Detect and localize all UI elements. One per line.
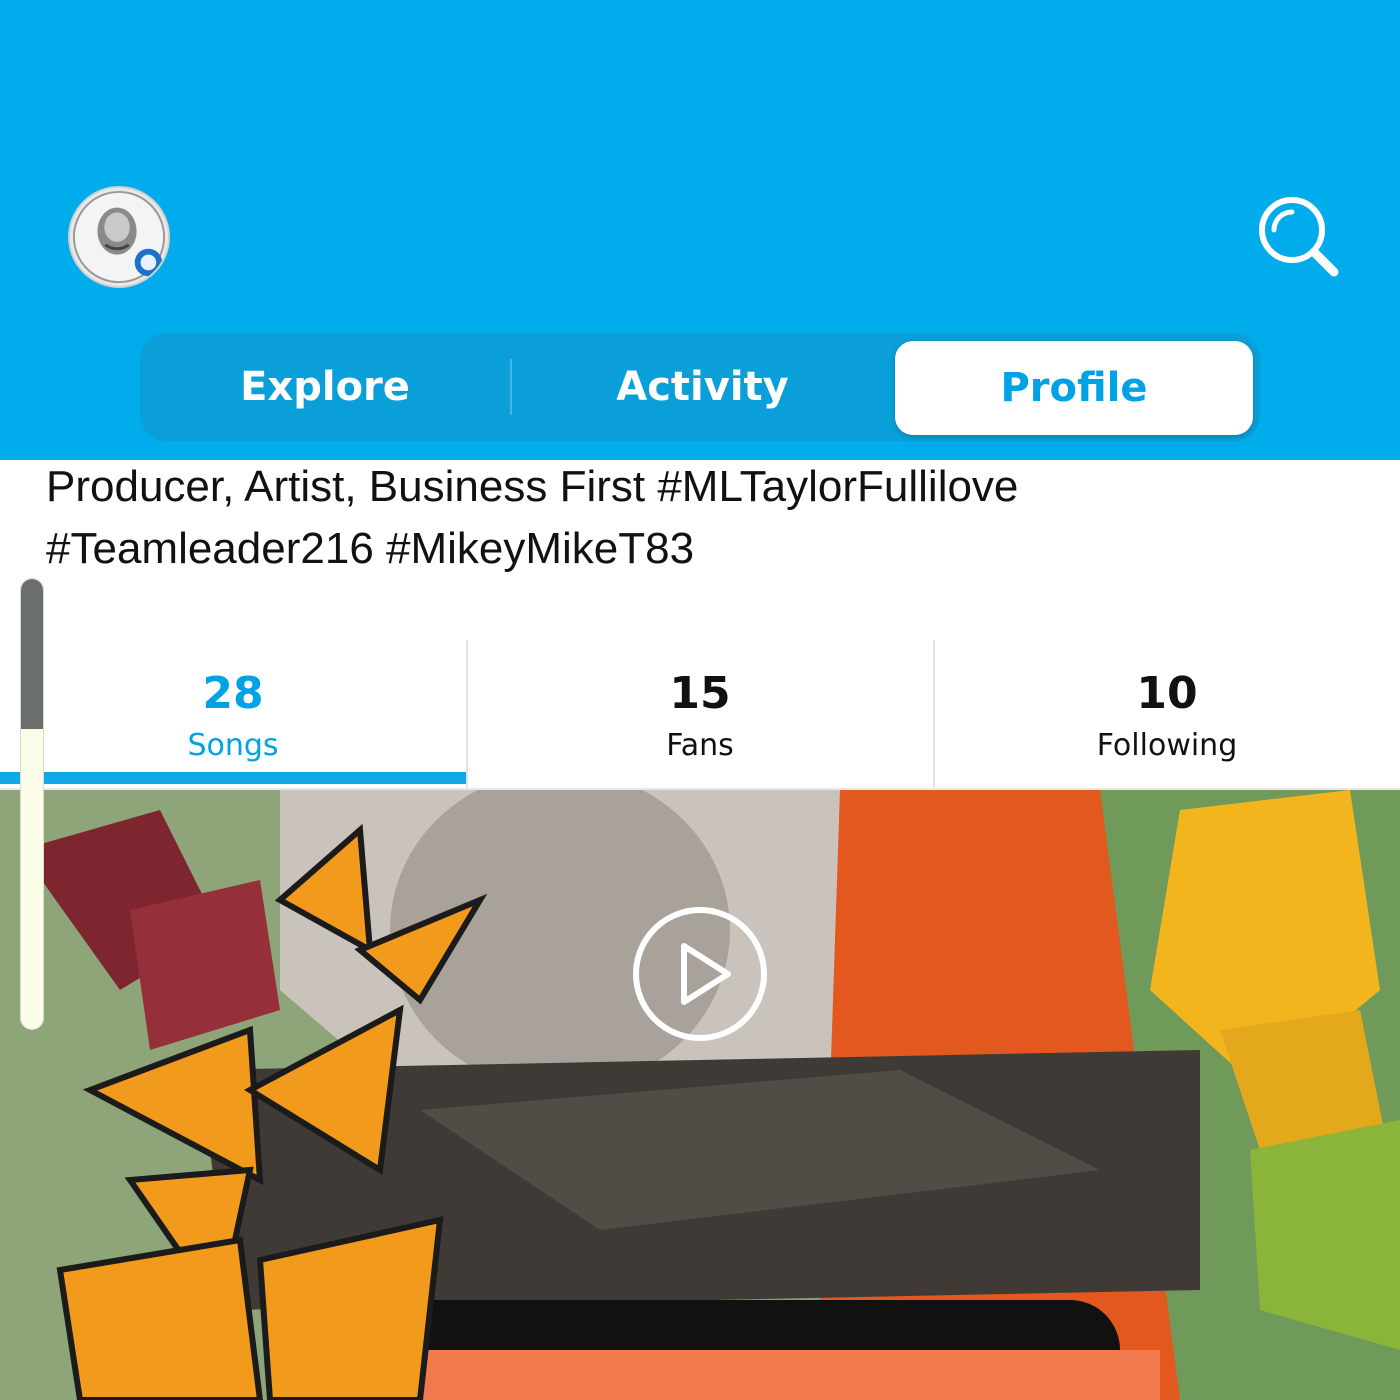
scrollbar-thumb[interactable] [21,579,43,729]
following-label: Following [1096,728,1238,763]
play-icon[interactable] [630,904,770,1044]
bio-line-1: Producer, Artist, Business First #MLTayl… [46,462,1019,511]
profile-stats: 28 Songs 15 Fans 10 Following [0,640,1400,790]
profile-bio: Producer, Artist, Business First #MLTayl… [46,456,1366,580]
stat-following[interactable]: 10 Following [934,640,1400,788]
fans-count: 15 [669,668,731,719]
active-stat-indicator [0,772,466,784]
search-icon[interactable] [1250,190,1350,290]
scrollbar[interactable] [20,578,44,1030]
main-tab-bar: Explore Activity Profile [140,333,1260,441]
stat-songs[interactable]: 28 Songs [0,640,466,788]
avatar-image [70,188,168,286]
song-artwork[interactable] [0,790,1400,1400]
songs-label: Songs [187,728,279,763]
songs-count: 28 [202,668,264,719]
fans-label: Fans [666,728,734,763]
app-header: Explore Activity Profile [0,0,1400,460]
stat-fans[interactable]: 15 Fans [467,640,933,788]
profile-avatar[interactable] [68,186,170,288]
tab-profile[interactable]: Profile [895,341,1253,435]
tab-activity[interactable]: Activity [510,333,895,441]
tab-explore[interactable]: Explore [140,333,510,441]
following-count: 10 [1136,668,1198,719]
bio-line-2: #Teamleader216 #MikeyMikeT83 [46,524,695,573]
